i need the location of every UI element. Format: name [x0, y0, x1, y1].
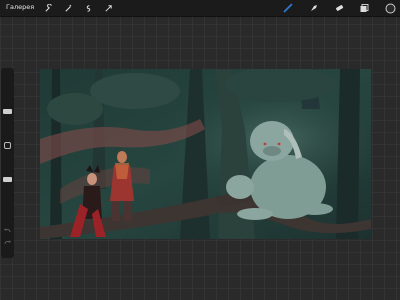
- artwork-canvas[interactable]: [40, 69, 371, 239]
- top-toolbar: Галерея: [0, 0, 400, 17]
- color-icon[interactable]: [384, 2, 396, 14]
- wrench-icon[interactable]: [42, 2, 54, 14]
- redo-icon[interactable]: [4, 240, 11, 245]
- undo-icon[interactable]: [4, 228, 11, 233]
- layers-icon[interactable]: [358, 2, 370, 14]
- selection-icon[interactable]: [82, 2, 94, 14]
- transform-arrow-icon[interactable]: [102, 2, 114, 14]
- brush-size-slider[interactable]: [3, 109, 12, 114]
- brush-icon[interactable]: [282, 2, 294, 14]
- magic-wand-icon[interactable]: [62, 2, 74, 14]
- gallery-button[interactable]: Галерея: [6, 3, 34, 12]
- eraser-icon[interactable]: [333, 2, 345, 14]
- opacity-slider[interactable]: [3, 177, 12, 182]
- side-toolbar: [1, 68, 14, 258]
- modify-button[interactable]: [4, 142, 11, 149]
- smudge-icon[interactable]: [308, 2, 320, 14]
